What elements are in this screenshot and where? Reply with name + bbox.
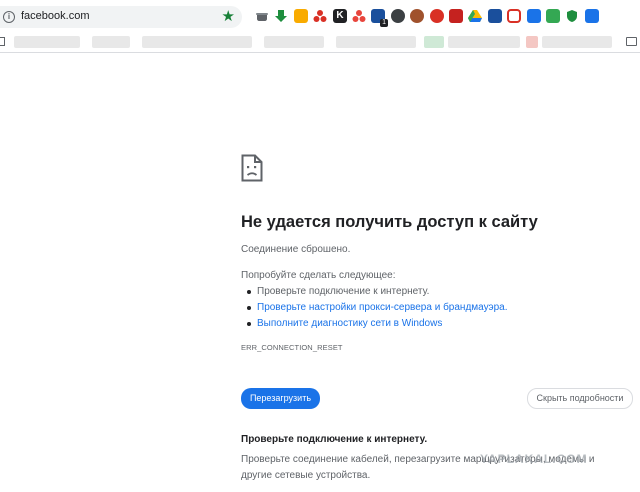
bookmarks-bar bbox=[0, 33, 640, 53]
ext-k-icon[interactable]: K bbox=[333, 9, 347, 23]
browser-toolbar: i facebook.com ★ K 1 bbox=[0, 0, 640, 33]
extension-badge: 1 bbox=[380, 19, 388, 27]
ext-yellow-face-icon[interactable] bbox=[294, 9, 308, 23]
suggestion-check-connection: Проверьте подключение к интернету. bbox=[247, 284, 508, 300]
ext-green-square-icon[interactable] bbox=[546, 9, 560, 23]
blurred-bookmark[interactable] bbox=[448, 36, 520, 48]
ext-translate-icon[interactable] bbox=[527, 9, 541, 23]
address-bar[interactable]: i facebook.com ★ bbox=[0, 6, 242, 28]
ext-three-dots-icon[interactable] bbox=[352, 9, 366, 23]
error-page: Не удается получить доступ к сайту Соеди… bbox=[241, 54, 640, 492]
ext-grey-hat-icon[interactable] bbox=[255, 9, 269, 23]
other-bookmarks-folder-icon[interactable] bbox=[626, 37, 637, 46]
blurred-bookmark[interactable] bbox=[526, 36, 538, 48]
watermark: YAPLAKAL.COM bbox=[480, 452, 588, 466]
ext-red-clock-icon[interactable] bbox=[507, 9, 521, 23]
blurred-bookmark[interactable] bbox=[142, 36, 252, 48]
suggestions-label: Попробуйте сделать следующее: bbox=[241, 270, 396, 281]
blurred-bookmark[interactable] bbox=[336, 36, 416, 48]
details-heading: Проверьте подключение к интернету. bbox=[241, 434, 428, 445]
blurred-bookmark[interactable] bbox=[542, 36, 612, 48]
reload-button[interactable]: Перезагрузить bbox=[241, 388, 320, 409]
ext-drive-icon[interactable] bbox=[468, 9, 482, 23]
ext-flower-icon[interactable] bbox=[430, 9, 444, 23]
ext-avatar-brown-icon[interactable] bbox=[410, 9, 424, 23]
url-text[interactable]: facebook.com bbox=[21, 10, 89, 22]
blurred-bookmark[interactable] bbox=[92, 36, 130, 48]
site-info-icon[interactable]: i bbox=[3, 11, 15, 23]
suggestion-proxy-firewall-link[interactable]: Проверьте настройки прокси-сервера и бра… bbox=[247, 300, 508, 316]
ext-pn-icon[interactable] bbox=[488, 9, 502, 23]
error-title: Не удается получить доступ к сайту bbox=[241, 213, 538, 231]
blurred-bookmark[interactable] bbox=[424, 36, 444, 48]
error-code: ERR_CONNECTION_RESET bbox=[241, 343, 343, 352]
bookmark-folder-icon[interactable] bbox=[0, 37, 5, 46]
ext-red-circles-icon[interactable] bbox=[313, 9, 327, 23]
ext-blue-badge-icon[interactable] bbox=[585, 9, 599, 23]
hide-details-button[interactable]: Скрыть подробности bbox=[527, 388, 633, 409]
ext-shield-icon[interactable] bbox=[565, 9, 579, 23]
error-subtitle: Соединение сброшено. bbox=[241, 244, 351, 255]
blurred-bookmark[interactable] bbox=[14, 36, 80, 48]
sad-document-icon bbox=[241, 154, 263, 182]
ext-avatar-dark-icon[interactable] bbox=[391, 9, 405, 23]
ext-green-arrow-icon[interactable] bbox=[274, 9, 288, 23]
bookmark-star-icon[interactable]: ★ bbox=[222, 8, 235, 25]
ext-blue-square-icon[interactable]: 1 bbox=[371, 9, 388, 27]
suggestions-list: Проверьте подключение к интернету. Прове… bbox=[247, 284, 508, 332]
suggestion-windows-diagnostics-link[interactable]: Выполните диагностику сети в Windows bbox=[247, 316, 508, 332]
ext-window-red-icon[interactable] bbox=[449, 9, 463, 23]
blurred-bookmark[interactable] bbox=[264, 36, 324, 48]
